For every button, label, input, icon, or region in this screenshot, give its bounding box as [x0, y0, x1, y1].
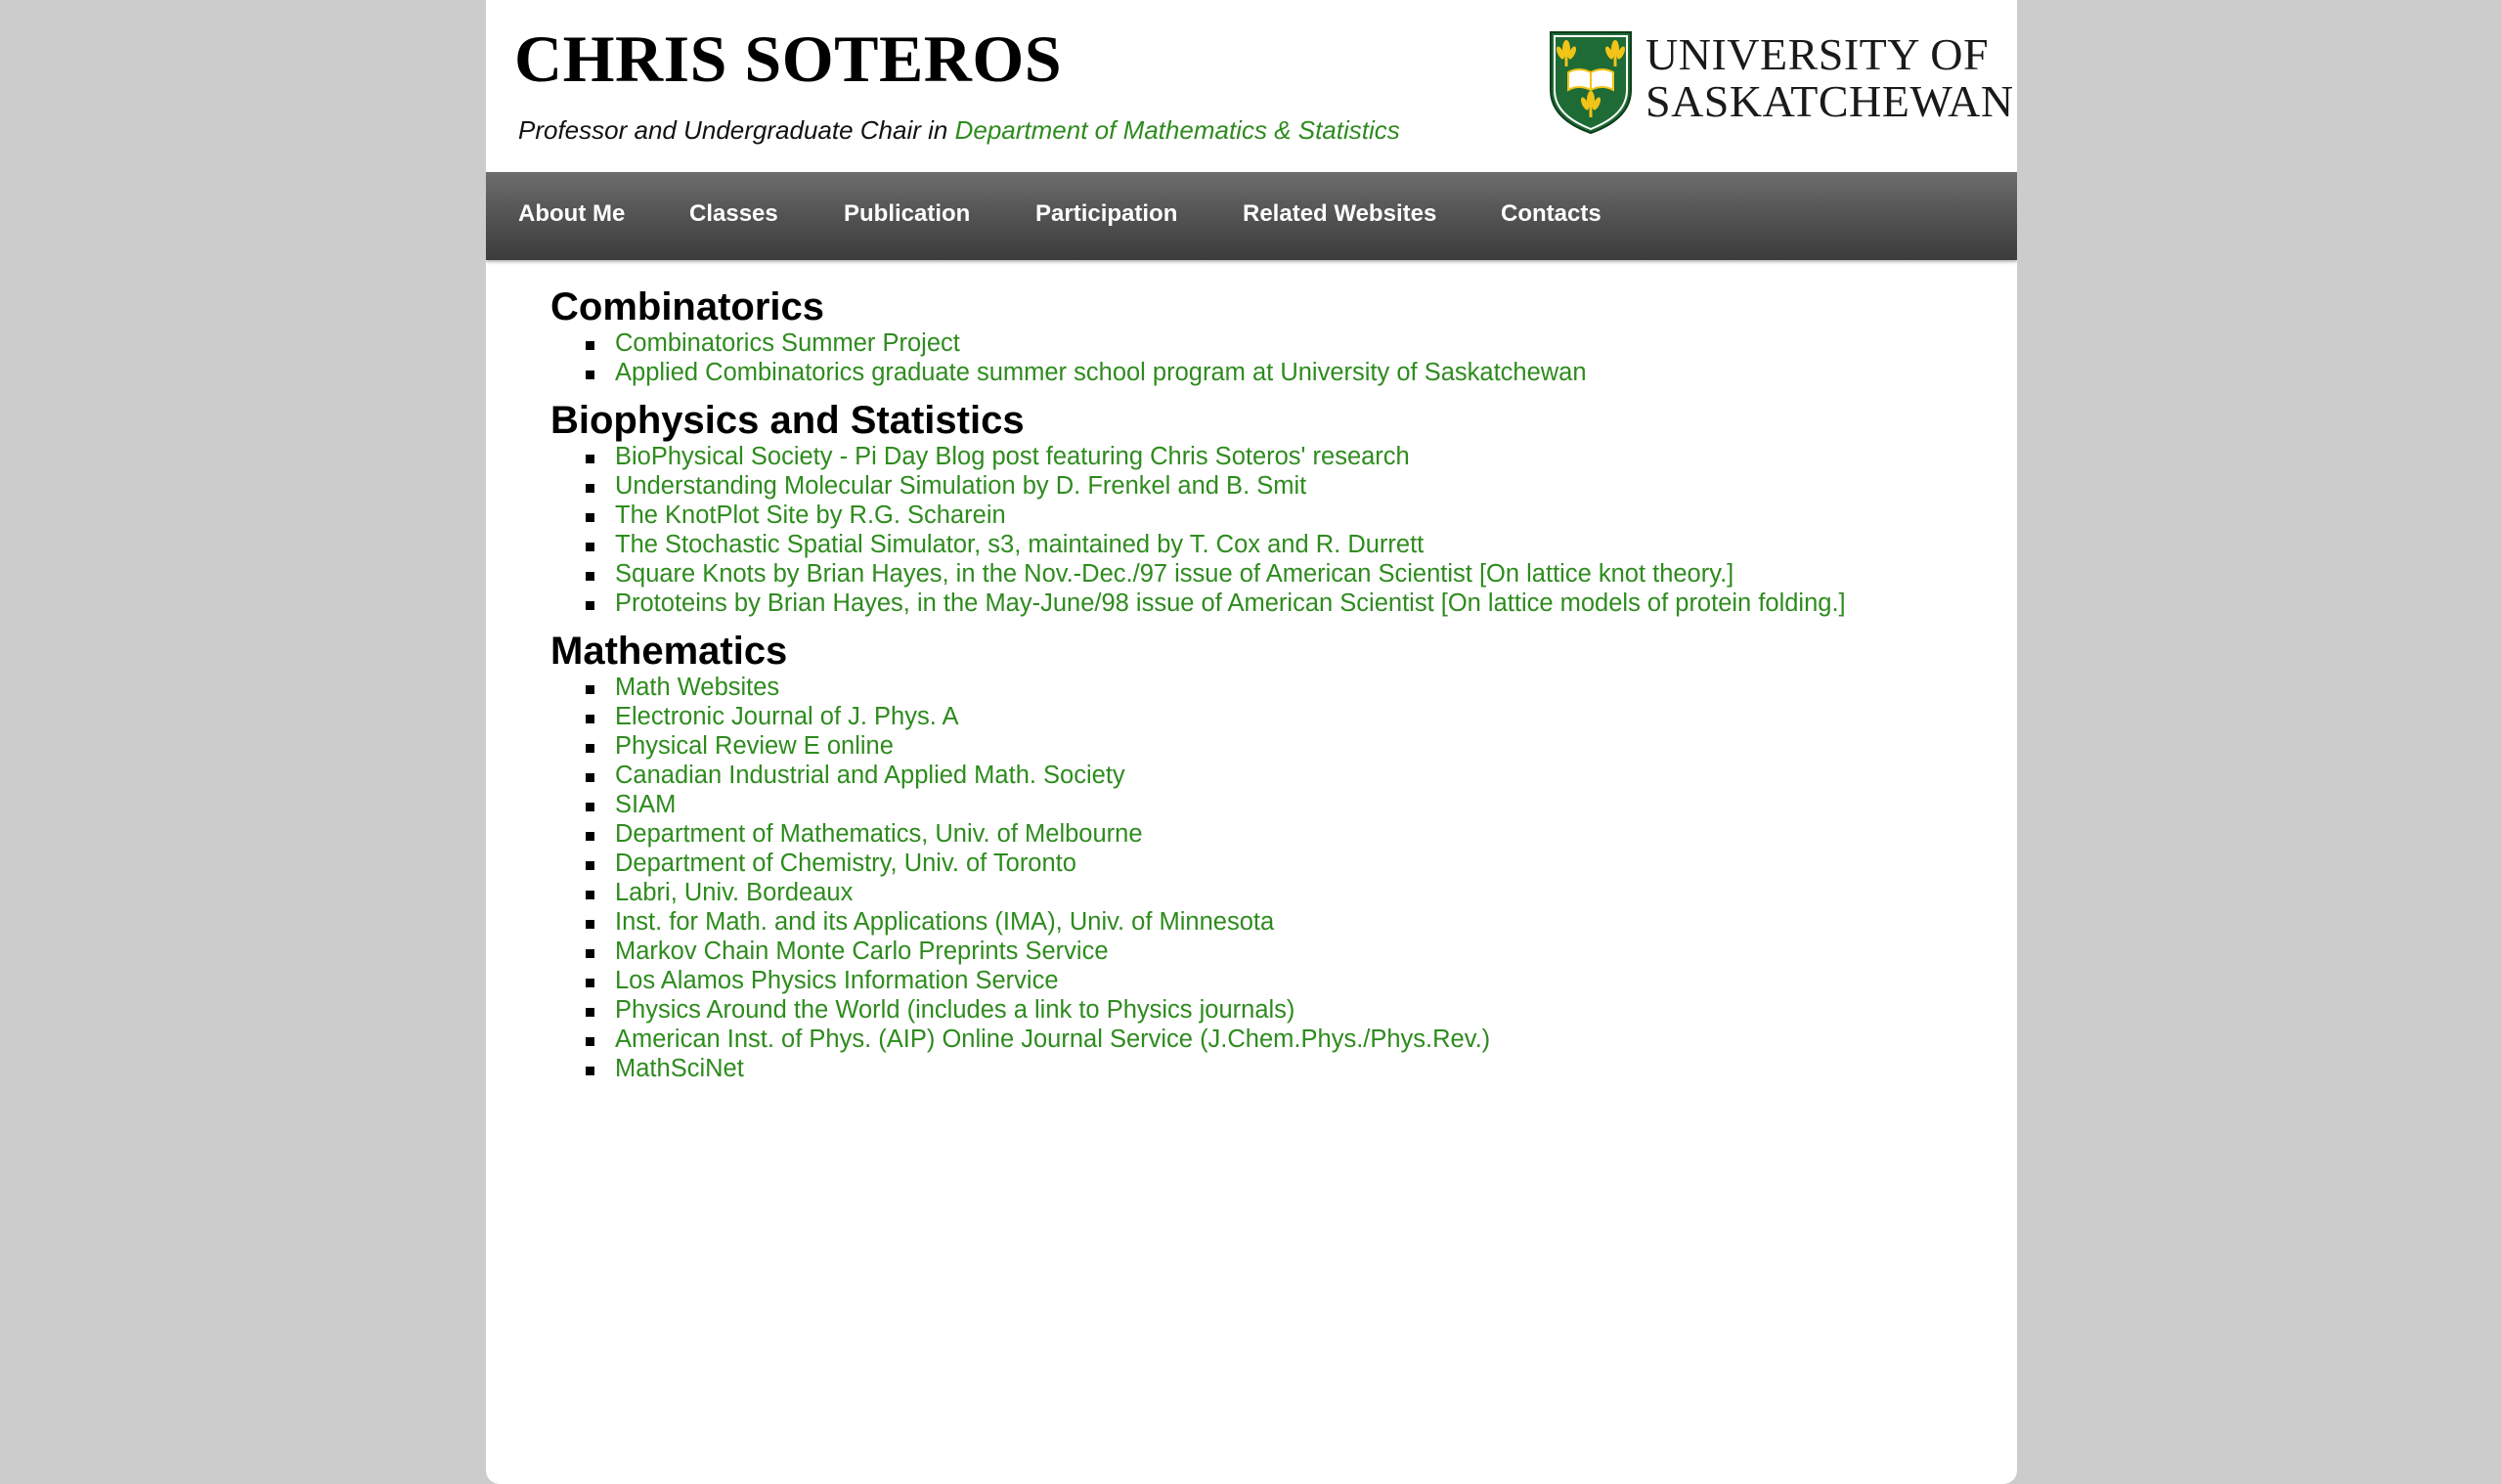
link[interactable]: Math Websites: [615, 674, 779, 701]
list-item: The Stochastic Spatial Simulator, s3, ma…: [550, 530, 1978, 559]
link[interactable]: The Stochastic Spatial Simulator, s3, ma…: [615, 531, 1424, 558]
link[interactable]: Physics Around the World (includes a lin…: [615, 996, 1294, 1024]
site-title: CHRIS SOTEROS: [514, 22, 1063, 96]
nav-related-websites[interactable]: Related Websites: [1243, 199, 1436, 229]
link[interactable]: Department of Chemistry, Univ. of Toront…: [615, 850, 1076, 877]
list-item: Markov Chain Monte Carlo Preprints Servi…: [550, 937, 1978, 966]
list-item: Department of Mathematics, Univ. of Melb…: [550, 819, 1978, 849]
link[interactable]: Los Alamos Physics Information Service: [615, 967, 1059, 994]
list-item: Physical Review E online: [550, 731, 1978, 761]
list-item: BioPhysical Society - Pi Day Blog post f…: [550, 442, 1978, 471]
link[interactable]: Prototeins by Brian Hayes, in the May-Ju…: [615, 589, 1846, 617]
list-item: Canadian Industrial and Applied Math. So…: [550, 761, 1978, 790]
link[interactable]: Applied Combinatorics graduate summer sc…: [615, 359, 1587, 386]
nav-contacts[interactable]: Contacts: [1501, 199, 1602, 229]
link[interactable]: BioPhysical Society - Pi Day Blog post f…: [615, 443, 1410, 470]
main-content: Combinatorics Combinatorics Summer Proje…: [550, 285, 1978, 1095]
section-title-combinatorics: Combinatorics: [550, 285, 825, 328]
link[interactable]: Department of Mathematics, Univ. of Melb…: [615, 820, 1143, 848]
link[interactable]: Electronic Journal of J. Phys. A: [615, 703, 959, 730]
biophysics-links: BioPhysical Society - Pi Day Blog post f…: [550, 442, 1978, 618]
link[interactable]: Labri, Univ. Bordeaux: [615, 879, 853, 906]
list-item: Inst. for Math. and its Applications (IM…: [550, 907, 1978, 937]
subtitle: Professor and Undergraduate Chair in Dep…: [518, 115, 1400, 146]
list-item: Prototeins by Brian Hayes, in the May-Ju…: [550, 589, 1978, 618]
list-item: American Inst. of Phys. (AIP) Online Jou…: [550, 1025, 1978, 1054]
subtitle-text: Professor and Undergraduate Chair in: [518, 115, 955, 145]
page-container: CHRIS SOTEROS Professor and Undergraduat…: [486, 0, 2017, 1484]
logo-line-2: SASKATCHEWAN: [1645, 76, 2014, 126]
combinatorics-links: Combinatorics Summer Project Applied Com…: [550, 328, 1978, 387]
main-nav: About Me Classes Publication Participati…: [486, 172, 2017, 260]
link[interactable]: Combinatorics Summer Project: [615, 329, 960, 357]
site-header: CHRIS SOTEROS Professor and Undergraduat…: [486, 0, 2017, 172]
link[interactable]: MathSciNet: [615, 1055, 744, 1082]
list-item: SIAM: [550, 790, 1978, 819]
link[interactable]: American Inst. of Phys. (AIP) Online Jou…: [615, 1026, 1490, 1053]
list-item: Applied Combinatorics graduate summer sc…: [550, 358, 1978, 387]
list-item: Labri, Univ. Bordeaux: [550, 878, 1978, 907]
mathematics-links: Math Websites Electronic Journal of J. P…: [550, 673, 1978, 1083]
department-link[interactable]: Department of Mathematics & Statistics: [955, 115, 1400, 145]
list-item: Combinatorics Summer Project: [550, 328, 1978, 358]
link[interactable]: Canadian Industrial and Applied Math. So…: [615, 762, 1125, 789]
section-title-biophysics: Biophysics and Statistics: [550, 399, 1025, 442]
crest-icon: [1550, 31, 1632, 135]
list-item: Square Knots by Brian Hayes, in the Nov.…: [550, 559, 1978, 589]
nav-about-me[interactable]: About Me: [518, 199, 625, 229]
list-item: Physics Around the World (includes a lin…: [550, 995, 1978, 1025]
nav-classes[interactable]: Classes: [689, 199, 778, 229]
link[interactable]: Square Knots by Brian Hayes, in the Nov.…: [615, 560, 1733, 588]
list-item: Understanding Molecular Simulation by D.…: [550, 471, 1978, 501]
list-item: Los Alamos Physics Information Service: [550, 966, 1978, 995]
link[interactable]: The KnotPlot Site by R.G. Scharein: [615, 502, 1006, 529]
university-logo[interactable]: UNIVERSITY OF SASKATCHEWAN: [1547, 29, 2013, 137]
list-item: Department of Chemistry, Univ. of Toront…: [550, 849, 1978, 878]
nav-participation[interactable]: Participation: [1035, 199, 1177, 229]
link[interactable]: Markov Chain Monte Carlo Preprints Servi…: [615, 938, 1109, 965]
list-item: MathSciNet: [550, 1054, 1978, 1083]
link[interactable]: SIAM: [615, 791, 676, 818]
list-item: Math Websites: [550, 673, 1978, 702]
list-item: The KnotPlot Site by R.G. Scharein: [550, 501, 1978, 530]
section-title-mathematics: Mathematics: [550, 630, 788, 673]
list-item: Electronic Journal of J. Phys. A: [550, 702, 1978, 731]
nav-publication[interactable]: Publication: [844, 199, 970, 229]
link[interactable]: Understanding Molecular Simulation by D.…: [615, 472, 1306, 500]
link[interactable]: Physical Review E online: [615, 732, 894, 760]
logo-wordmark: UNIVERSITY OF SASKATCHEWAN: [1645, 31, 2014, 125]
link[interactable]: Inst. for Math. and its Applications (IM…: [615, 908, 1274, 936]
logo-line-1: UNIVERSITY OF: [1645, 29, 1990, 79]
